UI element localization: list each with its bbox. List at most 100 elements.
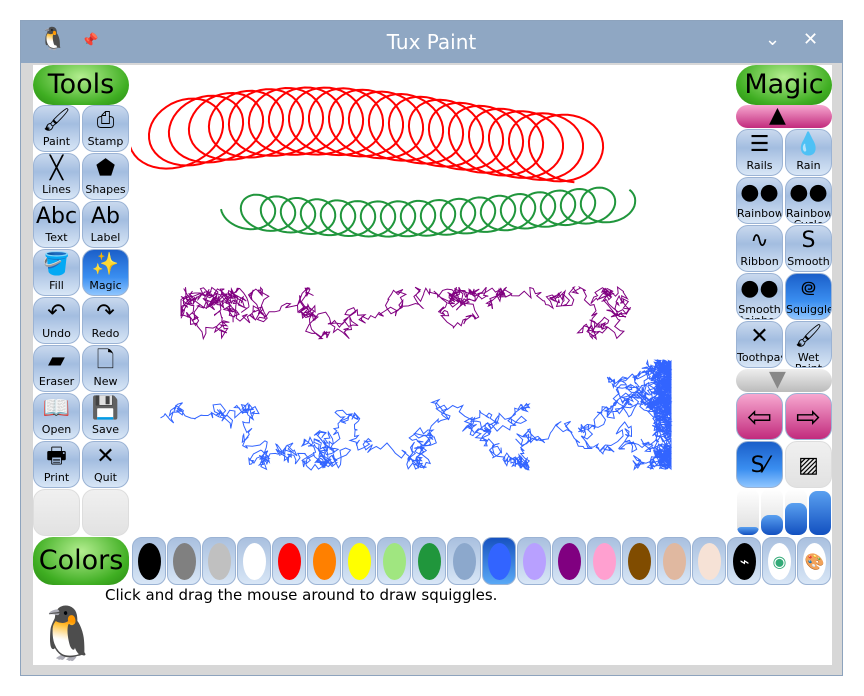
ribbon-icon: ∿ xyxy=(750,228,769,253)
color-swatch[interactable] xyxy=(307,537,341,585)
close-button[interactable]: ✕ xyxy=(803,29,818,50)
tool-save[interactable]: 💾 Save xyxy=(82,393,129,440)
tool-fill[interactable]: 🪣 Fill xyxy=(33,249,80,296)
prev-page-button[interactable]: ⇦ xyxy=(736,393,783,440)
fill-icon: 🪣 xyxy=(42,252,71,277)
drawing-canvas[interactable] xyxy=(131,65,736,536)
squiggles-icon: ᪤ xyxy=(800,276,817,301)
color-swatch[interactable] xyxy=(202,537,236,585)
tool-open[interactable]: 📖 Open xyxy=(33,393,80,440)
tool-paint[interactable]: 🖌 Paint xyxy=(33,105,80,152)
color-swatch[interactable] xyxy=(552,537,586,585)
magic-smooth[interactable]: S Smooth xyxy=(785,225,832,272)
button-label: Save xyxy=(91,423,119,436)
button-label: Shapes xyxy=(85,183,126,196)
color-swatch[interactable] xyxy=(167,537,201,585)
tool-redo[interactable]: ↷ Redo xyxy=(82,297,129,344)
button-label: Stamp xyxy=(87,135,124,148)
button-label: Ribbon xyxy=(740,255,779,268)
tool-magic[interactable]: ✨ Magic xyxy=(82,249,129,296)
color-swatch[interactable] xyxy=(132,537,166,585)
color-swatch[interactable] xyxy=(657,537,691,585)
magic-squiggles[interactable]: ᪤ Squiggles xyxy=(785,273,832,320)
tool-undo[interactable]: ↶ Undo xyxy=(33,297,80,344)
tool-print[interactable]: 🖶 Print xyxy=(33,441,80,488)
shapes-icon: ⬟ xyxy=(95,156,116,181)
button-label: Magic xyxy=(89,279,122,292)
color-swatch[interactable] xyxy=(272,537,306,585)
color-dot xyxy=(453,543,476,580)
color-dot xyxy=(208,543,231,580)
next-page-button[interactable]: ⇨ xyxy=(785,393,832,440)
scroll-up-button[interactable]: ▲ xyxy=(736,103,832,128)
color-swatch[interactable] xyxy=(482,537,516,585)
button-label: Rainbow Cycle xyxy=(786,207,832,223)
magic-mode-paint-button[interactable]: S⁄ xyxy=(736,441,783,488)
toothpaste-icon: ✕ xyxy=(750,324,769,349)
button-label: Toothpaste xyxy=(737,351,782,364)
arrow-left-icon: ⇦ xyxy=(746,400,773,435)
color-swatch[interactable] xyxy=(692,537,726,585)
rainbow-picker-button[interactable]: ◉ xyxy=(762,537,796,585)
minimize-button[interactable]: ⌄ xyxy=(765,29,780,50)
tool-text[interactable]: Abc Text xyxy=(33,201,80,248)
scroll-down-button[interactable]: ▼ xyxy=(736,367,832,392)
button-label: Fill xyxy=(49,279,64,292)
color-dot xyxy=(698,543,721,580)
palette-icon: 🎨 xyxy=(803,543,826,580)
color-swatch[interactable] xyxy=(412,537,446,585)
tool-quit[interactable]: ✕ Quit xyxy=(82,441,129,488)
palette-button[interactable]: 🎨 xyxy=(797,537,831,585)
tool-new[interactable]: 🗋 New xyxy=(82,345,129,392)
color-dot xyxy=(418,543,441,580)
magic-rainbow[interactable]: ●● Rainbow xyxy=(736,177,783,224)
tool-lines[interactable]: ╳ Lines xyxy=(33,153,80,200)
color-picker-button[interactable]: ⌁ xyxy=(727,537,761,585)
tool-label[interactable]: Ab Label xyxy=(82,201,129,248)
rainbow-cycle-icon: ●● xyxy=(789,180,828,205)
tool-stamp[interactable]: ⎙ Stamp xyxy=(82,105,129,152)
color-swatch[interactable] xyxy=(622,537,656,585)
size-option-1[interactable] xyxy=(737,489,759,535)
color-dot xyxy=(348,543,371,580)
magic-smooth-rainbow[interactable]: ●● Smooth Rainbow xyxy=(736,273,783,320)
button-label: Rainbow xyxy=(737,207,783,220)
color-swatch[interactable] xyxy=(517,537,551,585)
red-squiggle-stroke xyxy=(131,86,605,184)
color-dot xyxy=(313,543,336,580)
magic-rain[interactable]: 💧 Rain xyxy=(785,129,832,176)
magic-mode-fullscreen-button[interactable]: ▨ xyxy=(785,441,832,488)
color-swatch[interactable] xyxy=(237,537,271,585)
undo-icon: ↶ xyxy=(47,300,66,325)
label-icon: Ab xyxy=(90,204,120,229)
color-dot xyxy=(488,543,511,580)
rain-icon: 💧 xyxy=(794,132,823,157)
button-label: Text xyxy=(45,231,68,244)
color-swatch[interactable] xyxy=(377,537,411,585)
open-icon: 📖 xyxy=(42,396,71,421)
color-swatch[interactable] xyxy=(342,537,376,585)
size-fill xyxy=(785,503,807,535)
magic-wet-paint[interactable]: 🖌 Wet Paint xyxy=(785,321,832,368)
smooth-icon: S xyxy=(801,228,816,253)
button-label: Quit xyxy=(94,471,117,484)
size-option-3[interactable] xyxy=(785,489,807,535)
tool-eraser[interactable]: ▰ Eraser xyxy=(33,345,80,392)
tool-shapes[interactable]: ⬟ Shapes xyxy=(82,153,129,200)
color-dot xyxy=(523,543,546,580)
size-option-2[interactable] xyxy=(761,489,783,535)
size-fill xyxy=(761,515,783,535)
button-label: Wet Paint xyxy=(795,351,822,367)
magic-rainbow-cycle[interactable]: ●● Rainbow Cycle xyxy=(785,177,832,224)
size-fill xyxy=(737,527,759,535)
smooth-rainbow-icon: ●● xyxy=(740,276,779,301)
magic-rails[interactable]: ☰ Rails xyxy=(736,129,783,176)
magic-toothpaste[interactable]: ✕ Toothpaste xyxy=(736,321,783,368)
eraser-icon: ▰ xyxy=(48,348,65,373)
magic-ribbon[interactable]: ∿ Ribbon xyxy=(736,225,783,272)
redo-icon: ↷ xyxy=(96,300,115,325)
size-option-4[interactable] xyxy=(809,489,831,535)
blue-squiggle-stroke xyxy=(160,359,673,471)
color-swatch[interactable] xyxy=(447,537,481,585)
color-swatch[interactable] xyxy=(587,537,621,585)
